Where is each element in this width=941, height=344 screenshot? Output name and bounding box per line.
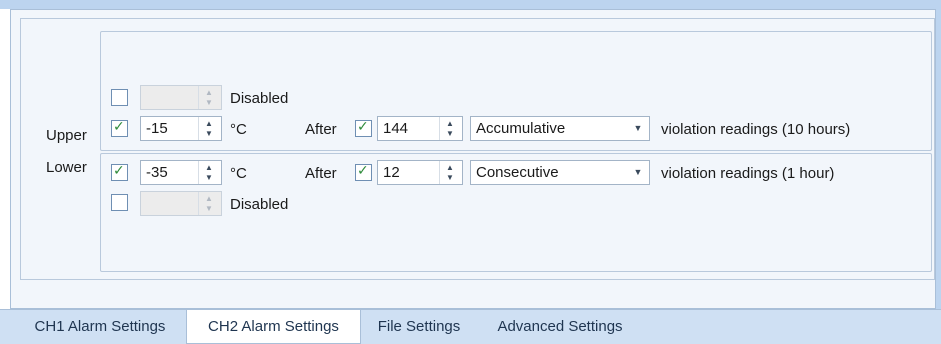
lower-after-checkbox[interactable]: ✓ [355, 162, 372, 181]
window-top-border [0, 0, 941, 9]
upper-label: Upper [46, 127, 87, 144]
upper-disabled-checkbox[interactable] [111, 89, 128, 106]
tab-bar: CH1 Alarm Settings CH2 Alarm Settings Fi… [0, 309, 941, 344]
spin-up-icon[interactable]: ▲ [205, 195, 213, 203]
lower-mode-value: Consecutive [476, 164, 559, 181]
upper-disabled-spin-arrows[interactable]: ▲ ▼ [198, 86, 221, 109]
lower-threshold-spinner[interactable]: -35 ▲ ▼ [140, 160, 222, 185]
lower-after-count-spin-arrows[interactable]: ▲ ▼ [439, 161, 462, 184]
tab-file-settings[interactable]: File Settings [365, 310, 473, 344]
spin-down-icon[interactable]: ▼ [446, 174, 454, 182]
lower-threshold-value: -35 [146, 164, 168, 181]
upper-mode-value: Accumulative [476, 120, 566, 137]
upper-threshold-spinner[interactable]: -15 ▲ ▼ [140, 116, 222, 141]
lower-after-count-spinner[interactable]: 12 ▲ ▼ [377, 160, 463, 185]
upper-mode-dropdown[interactable]: Accumulative ▼ [470, 116, 650, 141]
spin-up-icon[interactable]: ▲ [205, 89, 213, 97]
upper-disabled-status: Disabled [230, 90, 289, 107]
spin-up-icon[interactable]: ▲ [446, 120, 454, 128]
lower-label: Lower [46, 159, 87, 176]
check-icon: ✓ [113, 118, 125, 134]
spin-down-icon[interactable]: ▼ [446, 130, 454, 138]
upper-enable-checkbox[interactable]: ✓ [111, 118, 128, 137]
tab-ch2-alarm-settings[interactable]: CH2 Alarm Settings [186, 310, 361, 344]
lower-unit: °C [230, 165, 247, 182]
spin-down-icon[interactable]: ▼ [205, 174, 213, 182]
upper-after-checkbox[interactable]: ✓ [355, 118, 372, 137]
upper-after-count-spin-arrows[interactable]: ▲ ▼ [439, 117, 462, 140]
check-icon: ✓ [113, 162, 125, 178]
upper-threshold-spin-arrows[interactable]: ▲ ▼ [198, 117, 221, 140]
lower-suffix: violation readings (1 hour) [661, 165, 835, 182]
tab-ch1-alarm-settings[interactable]: CH1 Alarm Settings [20, 310, 180, 344]
lower-disabled-spin-arrows[interactable]: ▲ ▼ [198, 192, 221, 215]
upper-threshold-value: -15 [146, 120, 168, 137]
spin-down-icon[interactable]: ▼ [205, 130, 213, 138]
chevron-down-icon[interactable]: ▼ [627, 117, 649, 140]
lower-after-count-value: 12 [383, 164, 400, 181]
chevron-down-icon[interactable]: ▼ [627, 161, 649, 184]
window-right-border [936, 0, 941, 344]
lower-after-label: After [305, 165, 337, 182]
check-icon: ✓ [357, 162, 369, 178]
spin-up-icon[interactable]: ▲ [205, 120, 213, 128]
upper-after-count-value: 144 [383, 120, 409, 137]
lower-disabled-status: Disabled [230, 196, 289, 213]
spin-up-icon[interactable]: ▲ [446, 164, 454, 172]
spin-up-icon[interactable]: ▲ [205, 164, 213, 172]
upper-disabled-spinner[interactable]: ▲ ▼ [140, 85, 222, 110]
lower-disabled-spinner[interactable]: ▲ ▼ [140, 191, 222, 216]
lower-mode-dropdown[interactable]: Consecutive ▼ [470, 160, 650, 185]
upper-after-count-spinner[interactable]: 144 ▲ ▼ [377, 116, 463, 141]
tab-advanced-settings[interactable]: Advanced Settings [482, 310, 638, 344]
spin-down-icon[interactable]: ▼ [205, 205, 213, 213]
spin-down-icon[interactable]: ▼ [205, 99, 213, 107]
lower-threshold-spin-arrows[interactable]: ▲ ▼ [198, 161, 221, 184]
check-icon: ✓ [357, 118, 369, 134]
lower-disabled-checkbox[interactable] [111, 194, 128, 211]
lower-enable-checkbox[interactable]: ✓ [111, 162, 128, 181]
upper-after-label: After [305, 121, 337, 138]
upper-unit: °C [230, 121, 247, 138]
upper-suffix: violation readings (10 hours) [661, 121, 851, 138]
